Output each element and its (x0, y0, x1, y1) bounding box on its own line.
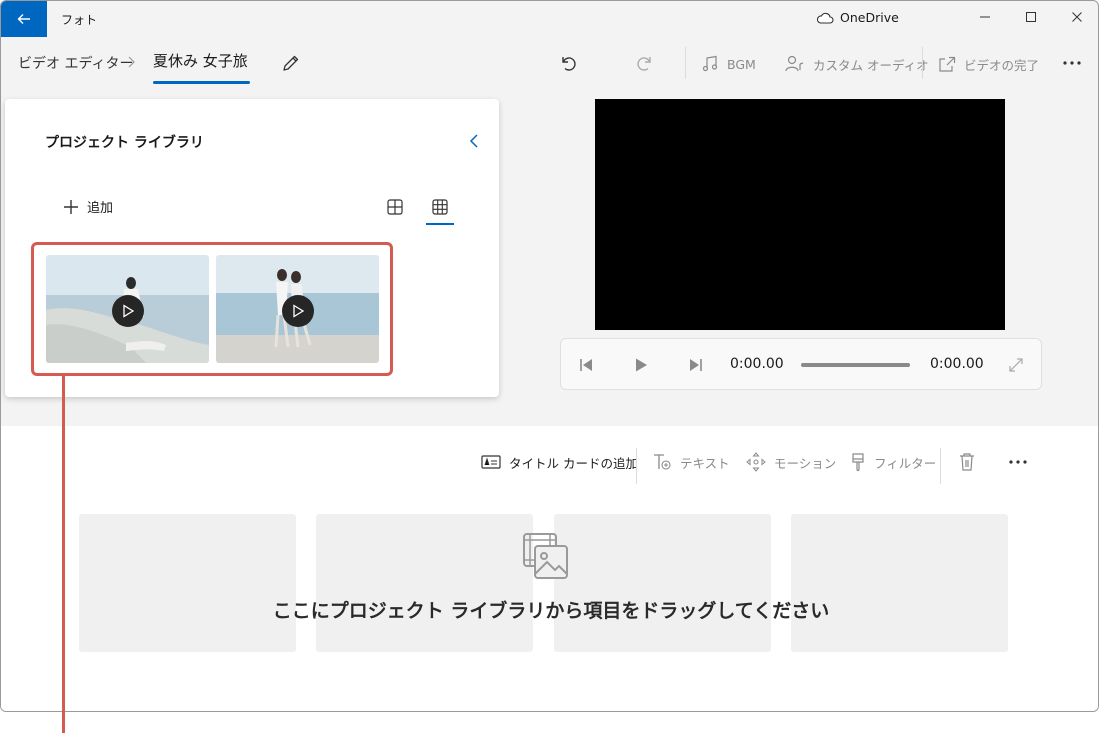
text-label: テキスト (680, 455, 730, 471)
annotation-callout-line (62, 376, 65, 733)
close-icon (1072, 12, 1082, 22)
more-icon (1009, 460, 1027, 464)
toolbar-divider (685, 47, 686, 79)
bgm-label: BGM (727, 56, 756, 72)
maximize-icon (1026, 12, 1036, 22)
custom-audio-button[interactable]: カスタム オーディオ (785, 51, 929, 77)
storyboard-slot[interactable] (79, 514, 296, 652)
redo-button[interactable] (633, 51, 657, 75)
storyboard-slot[interactable] (791, 514, 1008, 652)
minimize-button[interactable] (962, 1, 1008, 33)
text-button[interactable]: テキスト (652, 450, 730, 474)
share-icon (939, 56, 956, 72)
grid-small-icon (432, 199, 448, 215)
app-title: フォト (61, 13, 98, 27)
storyboard-panel: タイトル カードの追加 テキスト モーション フィルター ここにプロジェクト ラ… (1, 426, 1098, 711)
add-media-button[interactable]: 追加 (63, 197, 113, 216)
undo-button[interactable] (556, 51, 580, 75)
toolbar-divider (940, 448, 941, 484)
undo-icon (562, 57, 576, 71)
next-frame-button[interactable] (685, 354, 707, 376)
more-options-button[interactable] (1060, 51, 1084, 75)
motion-label: モーション (774, 455, 837, 471)
finish-video-button[interactable]: ビデオの完了 (938, 51, 1039, 77)
trash-icon (960, 453, 974, 471)
plus-icon (64, 199, 78, 214)
storyboard-slot[interactable] (316, 514, 533, 652)
toolbar-divider (922, 47, 923, 79)
skip-forward-icon (690, 359, 702, 371)
motion-icon (746, 452, 766, 472)
text-icon (654, 454, 671, 470)
onedrive-status[interactable]: OneDrive (816, 10, 899, 25)
cloud-icon (816, 12, 834, 24)
storyboard-slot[interactable] (554, 514, 771, 652)
chevron-right-icon (128, 56, 135, 68)
person-audio-icon (785, 55, 804, 72)
grid-large-icon (387, 199, 403, 215)
filter-label: フィルター (874, 455, 937, 471)
custom-audio-label: カスタム オーディオ (813, 57, 929, 73)
close-button[interactable] (1054, 1, 1098, 33)
play-button[interactable] (630, 354, 652, 376)
active-indicator (153, 81, 250, 84)
storyboard-more-button[interactable] (1008, 450, 1028, 474)
play-icon (636, 358, 647, 372)
delete-button[interactable] (958, 450, 976, 474)
title-bar: フォト OneDrive (1, 1, 1098, 37)
finish-video-label: ビデオの完了 (964, 57, 1040, 73)
back-button[interactable] (1, 1, 47, 37)
onedrive-label: OneDrive (840, 10, 899, 25)
bgm-button[interactable]: BGM (701, 51, 756, 77)
toolbar-divider (636, 448, 637, 484)
annotation-highlight-box (31, 242, 393, 376)
total-time: 0:00.00 (930, 356, 984, 372)
small-grid-view-button[interactable] (428, 195, 452, 219)
add-title-card-button[interactable]: タイトル カードの追加 (481, 450, 638, 474)
maximize-button[interactable] (1008, 1, 1054, 33)
photo-library-icon (523, 533, 568, 579)
playback-controls: 0:00.00 0:00.00 (560, 338, 1042, 390)
title-card-icon (481, 455, 501, 469)
motion-button[interactable]: モーション (746, 450, 836, 474)
library-title: プロジェクト ライブラリ (45, 135, 204, 151)
pencil-icon (283, 55, 299, 71)
add-label: 追加 (87, 201, 114, 216)
redo-icon (637, 57, 651, 71)
skip-back-icon (580, 359, 592, 371)
view-selected-indicator (426, 223, 454, 225)
seek-bar[interactable] (801, 363, 910, 367)
drop-hint: ここにプロジェクト ライブラリから項目をドラッグしてください (272, 600, 830, 622)
breadcrumb-video-editor[interactable]: ビデオ エディター (18, 53, 133, 73)
fullscreen-button[interactable] (1005, 354, 1027, 376)
arrow-left-icon (17, 14, 30, 24)
large-grid-view-button[interactable] (383, 195, 407, 219)
minimize-icon (980, 16, 990, 18)
expand-icon (1009, 358, 1023, 372)
chevron-left-icon[interactable] (467, 132, 481, 150)
current-time: 0:00.00 (730, 356, 784, 372)
paint-brush-icon (852, 453, 864, 472)
add-title-card-label: タイトル カードの追加 (509, 455, 638, 471)
filter-button[interactable]: フィルター (850, 450, 936, 474)
previous-frame-button[interactable] (575, 354, 597, 376)
more-icon (1063, 61, 1081, 65)
music-note-icon (702, 55, 718, 72)
video-preview[interactable] (595, 99, 1005, 330)
rename-project-button[interactable] (279, 51, 303, 75)
breadcrumb-project-name[interactable]: 夏休み 女子旅 (153, 50, 248, 71)
